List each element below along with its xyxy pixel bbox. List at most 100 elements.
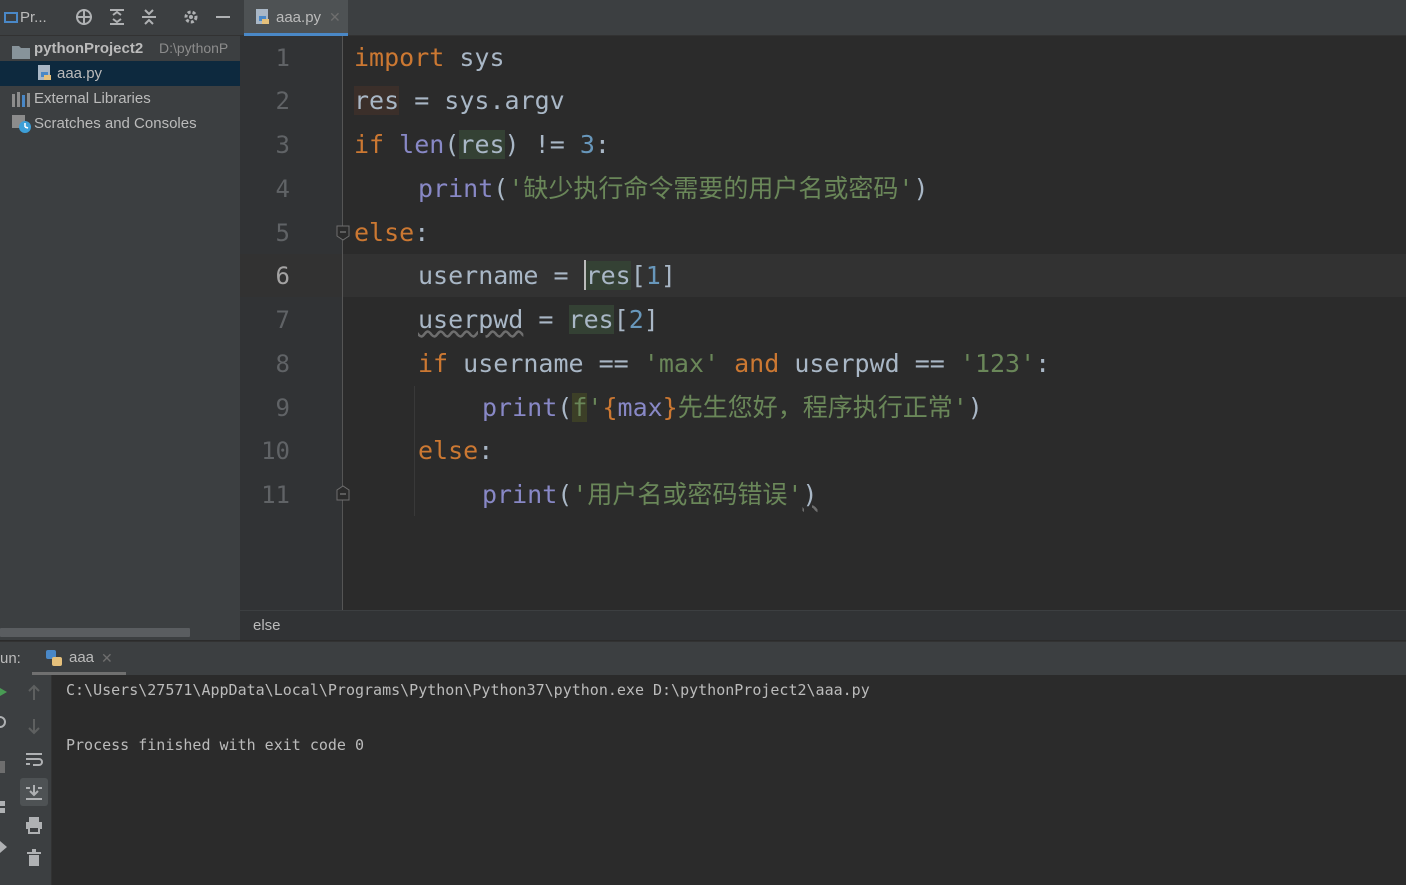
folder-icon <box>12 42 30 61</box>
print-icon[interactable] <box>20 811 48 839</box>
token-keyword: if <box>354 130 385 159</box>
scroll-to-end-icon[interactable] <box>20 778 48 806</box>
tree-item-project-root[interactable]: pythonProject2 D:\pythonP <box>0 36 240 61</box>
console-line: Process finished with exit code 0 <box>66 736 365 754</box>
project-root-label: pythonProject2 <box>34 40 144 57</box>
code-line-11: print('用户名或密码错误') <box>482 473 818 517</box>
stop-icon[interactable] <box>0 760 6 779</box>
token: = sys.argv <box>399 86 565 115</box>
hide-icon[interactable] <box>212 6 234 28</box>
run-panel-header: un: <box>0 641 1406 675</box>
up-arrow-icon[interactable] <box>20 679 48 707</box>
token: ) <box>967 393 983 422</box>
token-keyword: if <box>418 349 449 378</box>
line-number: 2 <box>275 87 290 115</box>
token-keyword: else <box>354 218 415 247</box>
code-line-6: username = res[1] <box>418 254 676 298</box>
token-string: '123' <box>959 349 1036 378</box>
token-brace: } <box>662 393 678 422</box>
breadcrumb-item[interactable]: else <box>253 617 281 634</box>
token: [ <box>613 305 629 334</box>
line-number: 8 <box>275 350 290 378</box>
expand-all-icon[interactable] <box>106 6 128 28</box>
soft-wrap-icon[interactable] <box>20 745 48 773</box>
token: ] <box>660 261 676 290</box>
console-output[interactable]: C:\Users\27571\AppData\Local\Programs\Py… <box>53 675 1406 885</box>
line-number-current: 6 <box>275 262 290 290</box>
current-line-highlight <box>240 254 1406 297</box>
token-string: '用户名或密码错误' <box>572 480 803 509</box>
token-highlight: res <box>585 261 631 290</box>
layout-icon[interactable] <box>0 800 8 819</box>
token-string: 'max' <box>643 349 720 378</box>
code-line-9: print(f'{max}先生您好，程序执行正常') <box>482 386 983 430</box>
token: sys <box>444 43 505 72</box>
token: : <box>478 436 494 465</box>
python-icon <box>45 649 63 672</box>
project-view-title[interactable]: Pr... <box>20 0 47 36</box>
project-view-icon[interactable] <box>0 6 22 28</box>
line-number: 5 <box>275 219 290 247</box>
close-icon[interactable]: ✕ <box>101 641 113 675</box>
line-number: 3 <box>275 131 290 159</box>
gutter-separator <box>342 36 343 610</box>
token-keyword: else <box>418 436 479 465</box>
fold-end-marker-icon[interactable] <box>334 484 352 502</box>
file-label: aaa.py <box>57 65 103 82</box>
scratches-icon <box>12 115 32 136</box>
line-number: 10 <box>261 437 290 465</box>
token-keyword: import <box>354 43 445 72</box>
rerun-icon[interactable] <box>0 685 8 704</box>
indent-guide <box>414 386 415 516</box>
tree-item-file[interactable]: aaa.py <box>0 61 240 86</box>
token-builtin: print <box>418 174 494 203</box>
pin-icon[interactable] <box>0 840 8 859</box>
horizontal-scrollbar[interactable] <box>0 628 190 637</box>
token-number: 3 <box>579 130 595 159</box>
trash-icon[interactable] <box>20 844 48 872</box>
editor-tab-bar <box>240 0 1406 36</box>
code-line-10: else: <box>418 429 493 473</box>
down-arrow-icon[interactable] <box>20 712 48 740</box>
project-toolbar: Pr... <box>0 0 240 36</box>
token: username == <box>448 349 644 378</box>
token-number: 2 <box>628 305 644 334</box>
library-icon <box>12 91 30 111</box>
tab-aaa-py[interactable]: aaa.py ✕ <box>244 0 348 36</box>
locate-icon[interactable] <box>73 6 95 28</box>
project-root-path: D:\pythonP <box>159 40 229 56</box>
code-line-8: if username == 'max' and userpwd == '123… <box>418 342 1050 386</box>
run-tab-aaa[interactable]: aaa ✕ <box>32 641 126 675</box>
token: ) <box>913 174 929 203</box>
run-tab-label: aaa <box>69 649 95 666</box>
refresh-icon[interactable] <box>0 715 8 734</box>
python-file-icon <box>254 9 272 32</box>
token-typo: userpwd <box>418 305 524 334</box>
code-line-3: if len(res) != 3: <box>354 123 610 167</box>
tree-item-scratches[interactable]: Scratches and Consoles <box>0 111 240 136</box>
token-fstring-prefix: f <box>572 393 588 422</box>
code-line-4: print('缺少执行命令需要的用户名或密码') <box>418 167 929 211</box>
token-builtin: print <box>482 480 558 509</box>
token: userpwd == <box>779 349 960 378</box>
collapse-all-icon[interactable] <box>138 6 160 28</box>
token: ( <box>557 393 573 422</box>
token-string: ' <box>587 393 603 422</box>
token: : <box>594 130 610 159</box>
token-builtin: max <box>617 393 663 422</box>
scratches-label: Scratches and Consoles <box>34 115 197 132</box>
code-line-5: else: <box>354 211 429 255</box>
tree-item-external-libraries[interactable]: External Libraries <box>0 86 240 111</box>
close-icon[interactable]: ✕ <box>329 0 341 34</box>
gear-icon[interactable] <box>180 6 202 28</box>
token-builtin: print <box>482 393 558 422</box>
token-brace: { <box>602 393 618 422</box>
token-builtin: len <box>384 130 445 159</box>
token-keyword: and <box>719 349 780 378</box>
token-highlight: res <box>568 305 614 334</box>
breadcrumb[interactable]: else <box>240 610 1406 640</box>
line-number: 4 <box>275 175 290 203</box>
fold-marker-icon[interactable] <box>334 224 352 242</box>
line-number: 1 <box>275 44 290 72</box>
code-line-2: res = sys.argv <box>354 79 565 123</box>
